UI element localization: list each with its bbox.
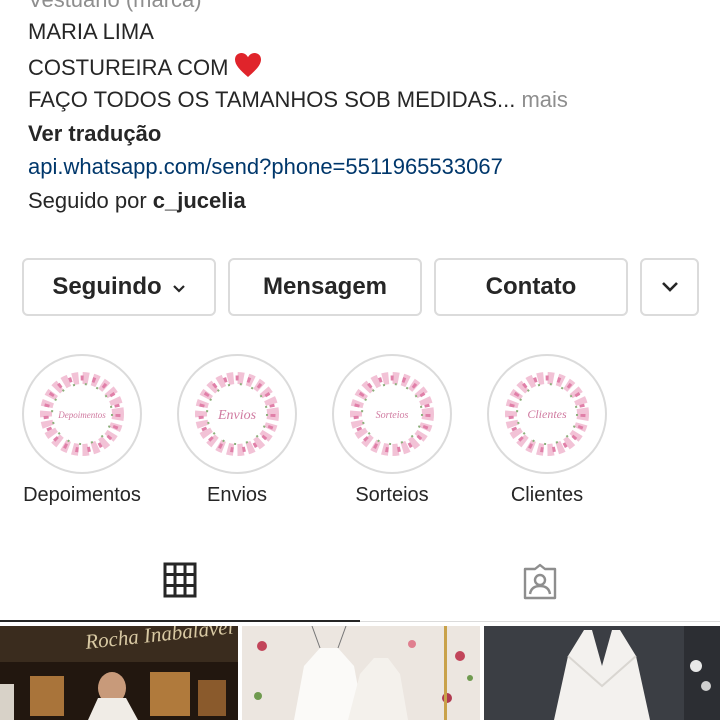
following-label: Seguindo	[52, 273, 162, 300]
post-thumbnail[interactable]: Rocha Inabalável	[0, 626, 238, 720]
profile-name: MARIA LIMA	[28, 19, 154, 44]
floral-wreath-icon: Depoimentos	[40, 372, 124, 456]
bio-line-2-text: COSTUREIRA COM	[28, 55, 229, 80]
highlight-cover-text: Envios	[217, 408, 257, 423]
bio-line-3: FAÇO TODOS OS TAMANHOS SOB MEDIDAS... ma…	[28, 86, 568, 114]
bio-line-2: COSTUREIRA COM	[28, 52, 262, 85]
highlight-depoimentos[interactable]: Depoimentos	[22, 354, 142, 474]
bio-ellipsis: ...	[497, 87, 516, 112]
followed-by-prefix: Seguido por	[28, 188, 147, 213]
highlight-cover-text: Clientes	[527, 407, 567, 421]
followed-by-user[interactable]: c_jucelia	[153, 188, 246, 213]
message-button[interactable]: Mensagem	[228, 258, 422, 316]
more-link[interactable]: mais	[521, 87, 567, 112]
profile-category: Vestuário (marca)	[28, 0, 202, 14]
chevron-down-icon	[660, 273, 680, 301]
tab-grid[interactable]	[163, 562, 197, 603]
floral-wreath-icon: Sorteios	[350, 372, 434, 456]
highlight-label: Sorteios	[355, 484, 429, 506]
message-label: Mensagem	[262, 273, 388, 300]
highlight-cover-text: Sorteios	[376, 410, 409, 421]
post-image	[242, 626, 480, 720]
translate-link[interactable]: Ver tradução	[28, 120, 161, 148]
highlight-envios[interactable]: Envios	[177, 354, 297, 474]
highlight-label: Depoimentos	[23, 484, 141, 506]
floral-wreath-icon: Envios	[195, 372, 279, 456]
tagged-icon	[523, 563, 557, 600]
highlight-label: Envios	[206, 484, 268, 506]
contact-label: Contato	[485, 273, 577, 300]
post-thumbnail[interactable]	[242, 626, 480, 720]
tab-tagged[interactable]	[521, 563, 559, 606]
contact-button[interactable]: Contato	[434, 258, 628, 316]
floral-wreath-icon: Clientes	[505, 372, 589, 456]
profile-website-link[interactable]: api.whatsapp.com/send?phone=551196553306…	[28, 153, 503, 181]
highlight-label: Clientes	[510, 484, 584, 506]
highlight-sorteios[interactable]: Sorteios	[332, 354, 452, 474]
active-tab-indicator	[0, 620, 360, 622]
post-thumbnail[interactable]	[484, 626, 720, 720]
suggested-accounts-button[interactable]	[640, 258, 699, 316]
post-image	[484, 626, 720, 720]
following-button[interactable]: Seguindo	[22, 258, 216, 316]
highlight-cover-text: Depoimentos	[57, 410, 106, 420]
highlight-clientes[interactable]: Clientes	[487, 354, 607, 474]
grid-icon	[163, 562, 197, 598]
chevron-down-icon	[172, 273, 186, 301]
followed-by[interactable]: Seguido por c_jucelia	[28, 187, 246, 215]
heart-icon	[234, 52, 262, 85]
bio-line-3-text: FAÇO TODOS OS TAMANHOS SOB MEDIDAS	[28, 87, 498, 112]
